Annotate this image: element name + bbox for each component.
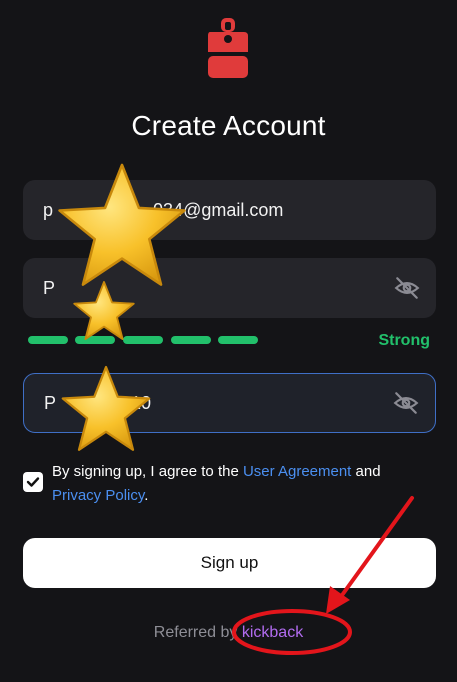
password-field[interactable]: P — [23, 258, 436, 318]
eye-off-icon[interactable] — [393, 390, 419, 416]
strength-segment — [123, 336, 163, 344]
strength-label: Strong — [378, 332, 430, 349]
user-agreement-link[interactable]: User Agreement — [243, 463, 351, 480]
strength-segment — [75, 336, 115, 344]
terms-prefix: By signing up, I agree to the — [52, 463, 243, 480]
strength-segment — [171, 336, 211, 344]
password-value: P — [43, 277, 56, 298]
email-field[interactable]: p 034@gmail.com — [23, 180, 436, 240]
referral-prefix: Referred by — [153, 624, 242, 641]
terms-middle: and — [351, 463, 381, 480]
referral-link[interactable]: kickback — [242, 624, 303, 641]
confirm-password-value: P 10 — [44, 392, 152, 413]
terms-suffix: . — [144, 487, 149, 504]
referral-text: Referred by kickback — [0, 624, 457, 642]
strength-segment — [28, 336, 68, 344]
eye-off-icon[interactable] — [394, 275, 420, 301]
backpack-logo-icon — [208, 18, 248, 78]
checkmark-icon — [26, 477, 40, 487]
password-strength-meter — [28, 336, 258, 344]
page-title: Create Account — [131, 110, 326, 141]
terms-checkbox[interactable] — [23, 472, 43, 492]
sign-up-button[interactable]: Sign up — [23, 538, 436, 588]
strength-segment — [218, 336, 258, 344]
confirm-password-field[interactable]: P 10 — [23, 373, 436, 433]
email-value: p 034@gmail.com — [43, 199, 284, 220]
terms-text: By signing up, I agree to the User Agree… — [52, 460, 422, 508]
privacy-policy-link[interactable]: Privacy Policy — [52, 487, 144, 504]
